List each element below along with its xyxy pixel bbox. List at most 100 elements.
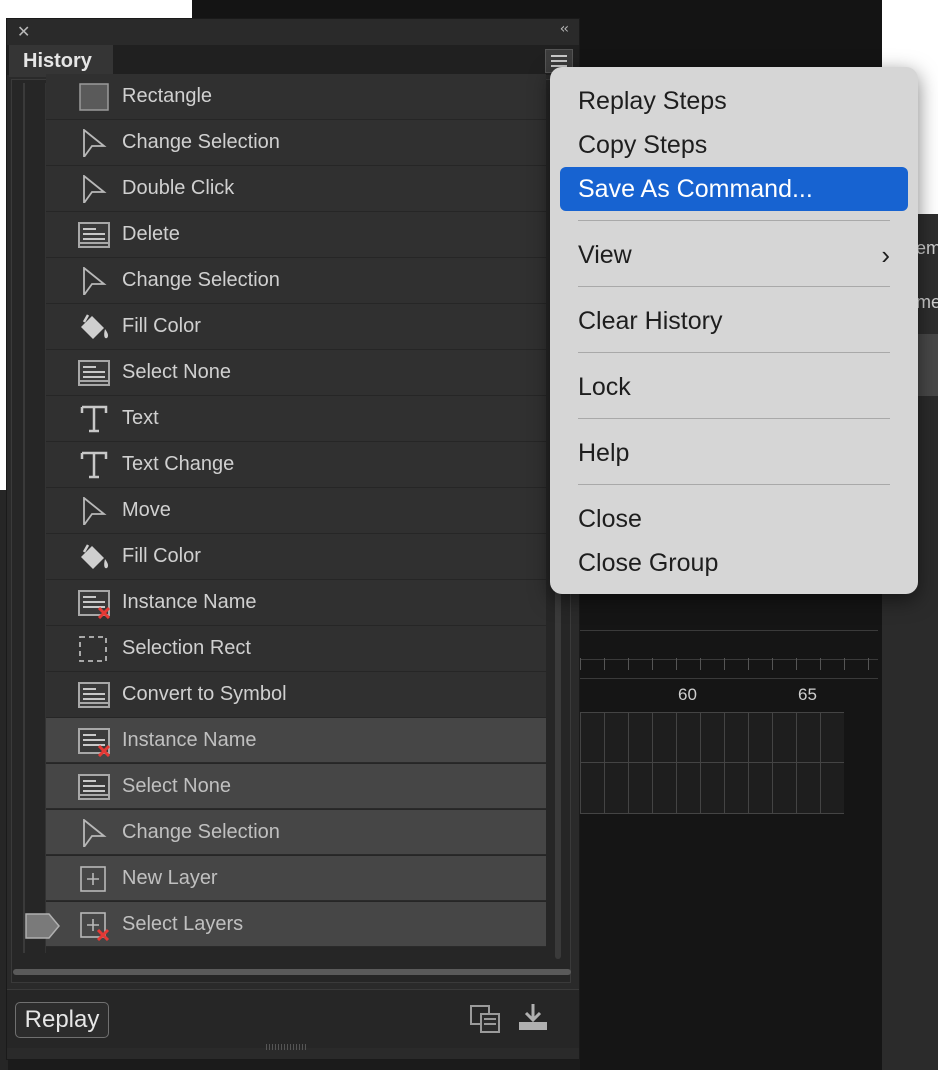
arrow-pointer-icon xyxy=(78,128,110,160)
history-step[interactable]: Instance Name xyxy=(46,718,546,763)
history-slider-handle[interactable] xyxy=(25,913,61,943)
timeline-frame-number: 65 xyxy=(798,685,817,704)
history-step-label: Select None xyxy=(122,775,231,797)
document-error-icon xyxy=(78,589,111,620)
history-step[interactable]: Select Layers xyxy=(46,902,546,947)
history-step[interactable]: Select None xyxy=(46,350,546,395)
history-step[interactable]: Move xyxy=(46,488,546,533)
document-icon xyxy=(78,221,110,249)
history-step-label: Move xyxy=(122,499,171,521)
menu-item-label: View xyxy=(578,241,632,269)
arrow-pointer-icon xyxy=(78,174,110,206)
history-step[interactable]: Change Selection xyxy=(46,258,546,303)
history-step[interactable]: Select None xyxy=(46,764,546,809)
menu-item-view[interactable]: View › xyxy=(560,233,908,277)
history-step[interactable]: Change Selection xyxy=(46,810,546,855)
timeline-frames[interactable] xyxy=(580,712,844,814)
menu-item-label: Copy Steps xyxy=(578,131,708,159)
history-step[interactable]: Instance Name xyxy=(46,580,546,625)
menu-item-help[interactable]: Help xyxy=(560,431,908,475)
text-tool-icon xyxy=(78,451,110,479)
menu-separator xyxy=(578,286,890,287)
history-step-label: Rectangle xyxy=(122,85,213,107)
history-step-label: New Layer xyxy=(122,867,218,889)
history-step-label: Fill Color xyxy=(122,315,201,337)
text-tool-icon xyxy=(78,405,110,433)
history-step-label: Change Selection xyxy=(122,821,280,843)
close-icon[interactable]: ✕ xyxy=(17,23,30,41)
panel-resize-grip[interactable] xyxy=(266,1044,306,1050)
history-step-label: Select Layers xyxy=(122,913,244,935)
menu-item-label: Close Group xyxy=(578,549,719,577)
side-panel-text: em xyxy=(916,238,938,258)
history-step[interactable]: Double Click xyxy=(46,166,546,211)
history-step-label: Double Click xyxy=(122,177,235,199)
horizontal-scrollbar[interactable] xyxy=(13,969,571,975)
side-panel-text: me xyxy=(916,292,938,312)
document-error-icon xyxy=(78,727,111,758)
history-step[interactable]: Fill Color xyxy=(46,304,546,349)
menu-item-close-group[interactable]: Close Group xyxy=(560,541,908,585)
menu-item-label: Close xyxy=(578,505,642,533)
menu-separator xyxy=(578,220,890,221)
menu-item-copy-steps[interactable]: Copy Steps xyxy=(560,123,908,167)
menu-item-label: Replay Steps xyxy=(578,87,727,115)
side-panel-button[interactable] xyxy=(918,334,938,396)
selection-rect-icon xyxy=(78,635,110,663)
history-step-label: Text Change xyxy=(122,453,235,475)
history-step[interactable]: Fill Color xyxy=(46,534,546,579)
paint-bucket-icon xyxy=(78,313,110,341)
history-list-rail xyxy=(23,83,25,953)
paint-bucket-icon xyxy=(78,543,110,571)
timeline-layer-divider xyxy=(580,762,844,763)
arrow-pointer-icon xyxy=(78,496,110,528)
side-panel-strip xyxy=(918,214,938,334)
history-step-label: Instance Name xyxy=(122,729,257,751)
menu-item-replay-steps[interactable]: Replay Steps xyxy=(560,79,908,123)
history-step[interactable]: New Layer xyxy=(46,856,546,901)
document-icon xyxy=(78,681,110,709)
replay-button[interactable]: Replay xyxy=(15,1002,109,1038)
menu-separator xyxy=(578,484,890,485)
history-step-label: Selection Rect xyxy=(122,637,251,659)
save-command-icon[interactable] xyxy=(517,1002,549,1032)
menu-item-clear-history[interactable]: Clear History xyxy=(560,299,908,343)
history-step-label: Select None xyxy=(122,361,231,383)
history-step[interactable]: Convert to Symbol xyxy=(46,672,546,717)
menu-item-label: Save As Command... xyxy=(578,175,813,203)
panel-title-bar: ✕ ‹‹ xyxy=(7,19,579,45)
new-layer-error-icon xyxy=(78,911,110,942)
tab-history[interactable]: History xyxy=(9,45,113,77)
collapse-icon[interactable]: ‹‹ xyxy=(560,21,569,37)
copy-steps-icon[interactable] xyxy=(469,1004,503,1034)
history-step-label: Convert to Symbol xyxy=(122,683,287,705)
history-step[interactable]: Text Change xyxy=(46,442,546,487)
history-step[interactable]: Selection Rect xyxy=(46,626,546,671)
menu-item-lock[interactable]: Lock xyxy=(560,365,908,409)
timeline-header-row xyxy=(580,630,878,660)
history-slider-track[interactable] xyxy=(31,83,46,953)
menu-item-label: Clear History xyxy=(578,307,723,335)
history-step-label: Change Selection xyxy=(122,131,280,153)
menu-item-save-as-command[interactable]: Save As Command... xyxy=(560,167,908,211)
history-panel-menu: Replay Steps Copy Steps Save As Command...… xyxy=(550,67,918,594)
arrow-pointer-icon xyxy=(78,266,110,298)
history-step[interactable]: Delete xyxy=(46,212,546,257)
menu-item-close[interactable]: Close xyxy=(560,497,908,541)
rectangle-icon xyxy=(78,83,110,111)
timeline-frame-number: 60 xyxy=(678,685,697,704)
menu-item-label: Lock xyxy=(578,373,631,401)
history-step-label: Instance Name xyxy=(122,591,257,613)
menu-separator xyxy=(578,352,890,353)
history-step[interactable]: Change Selection xyxy=(46,120,546,165)
history-step[interactable]: Text xyxy=(46,396,546,441)
menu-separator xyxy=(578,418,890,419)
history-step-label: Change Selection xyxy=(122,269,280,291)
history-step-label: Delete xyxy=(122,223,180,245)
panel-bottom-bar: Replay xyxy=(7,989,579,1048)
timeline: 60 65 xyxy=(580,590,878,850)
timeline-ruler xyxy=(580,658,878,679)
arrow-pointer-icon xyxy=(78,818,110,850)
history-panel: ✕ ‹‹ History Rectangle Change Selection Do… xyxy=(6,18,580,1060)
history-step[interactable]: Rectangle xyxy=(46,74,546,119)
